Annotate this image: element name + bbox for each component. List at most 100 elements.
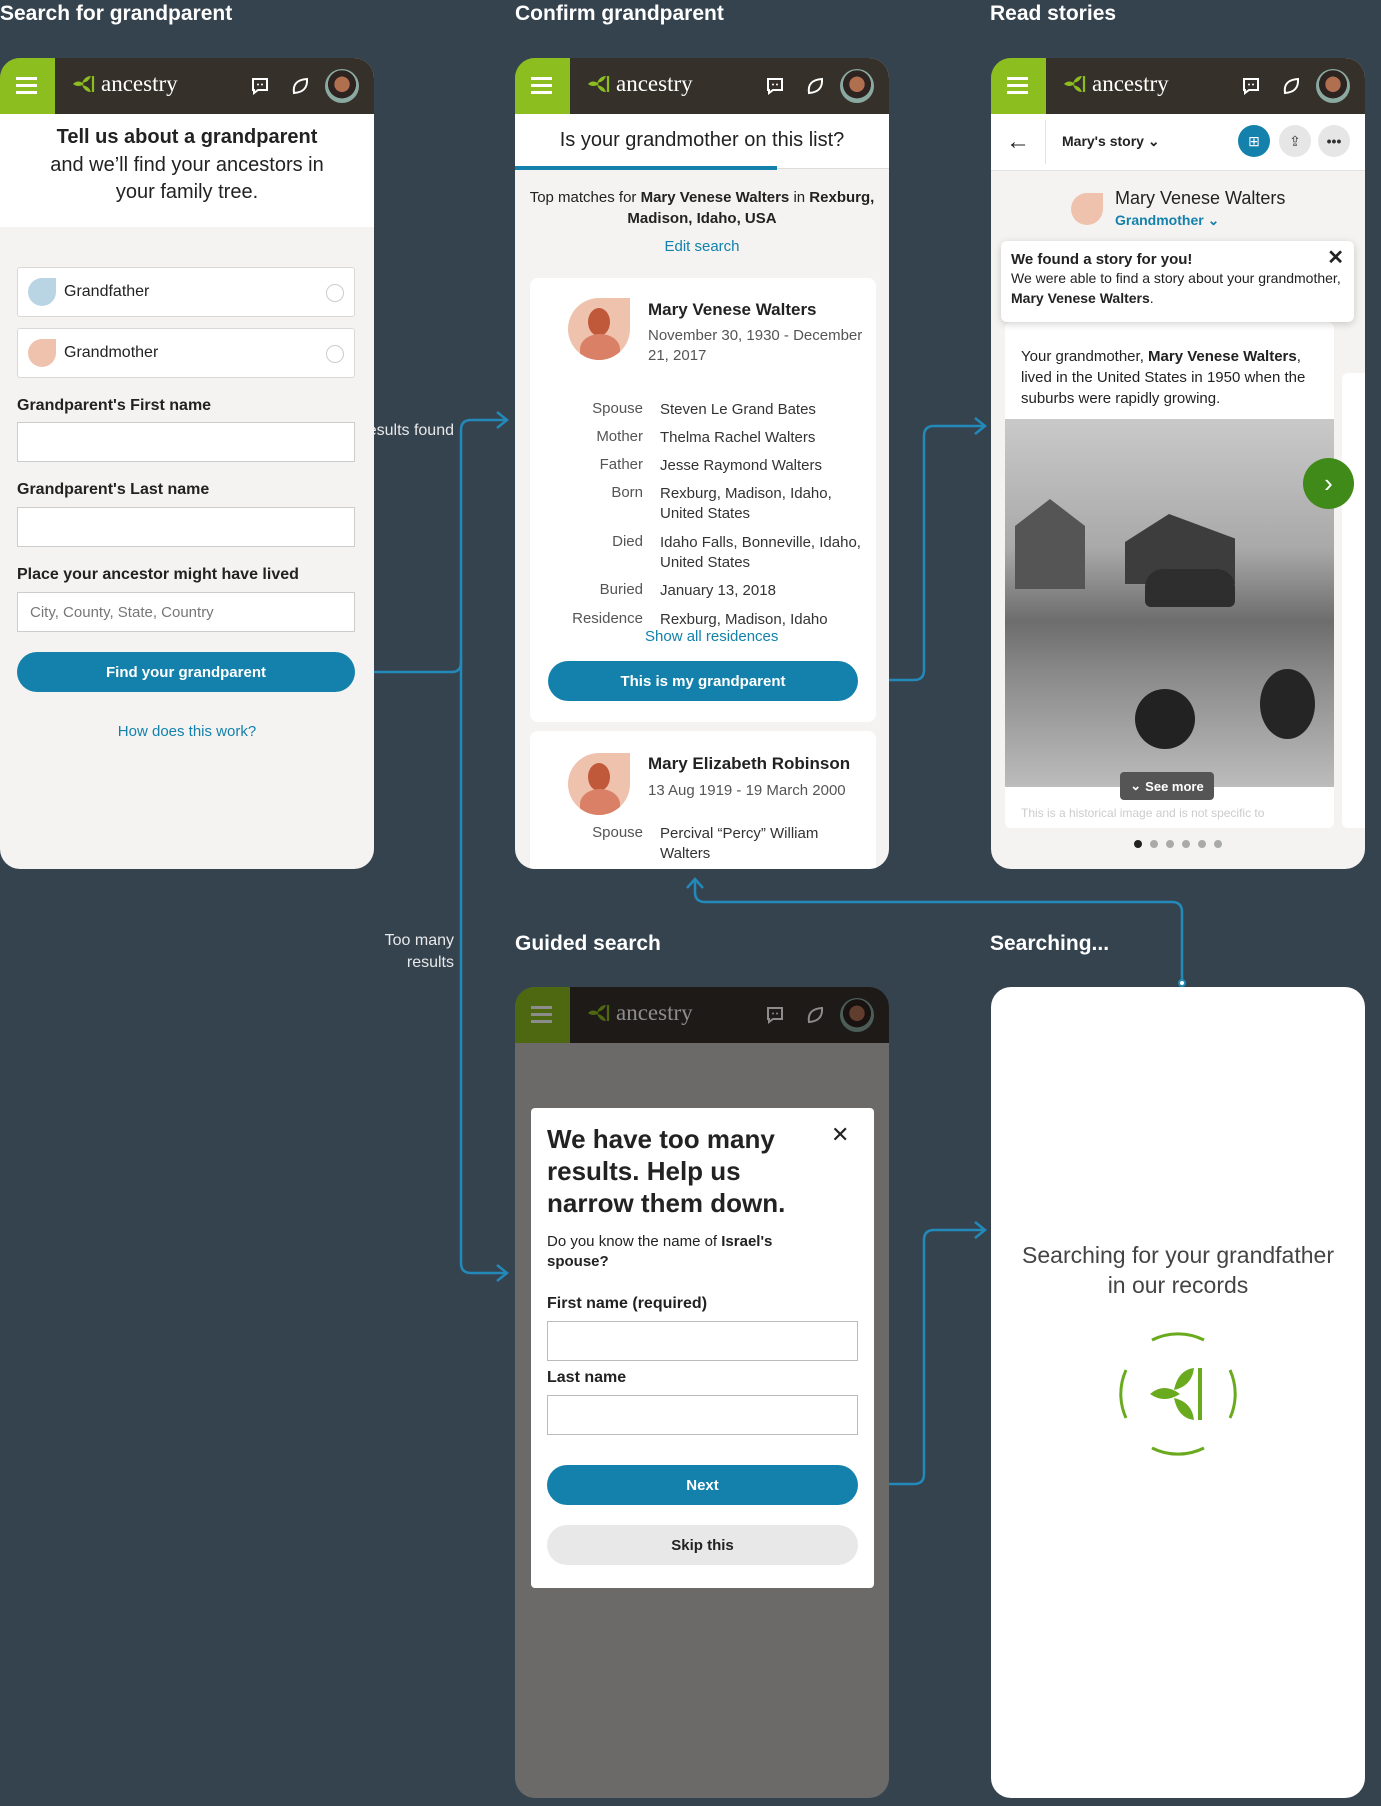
last-name-label: Last name [547, 1369, 627, 1386]
more-options-icon[interactable]: ••• [1318, 125, 1350, 157]
back-arrow-icon[interactable]: ← [1006, 128, 1030, 156]
confirm-panel: ancestry Is your grandmother on this lis… [515, 58, 889, 869]
detail-label: Buried [599, 581, 643, 598]
detail-label: Father [599, 456, 643, 473]
relation-dropdown[interactable]: Grandmother ⌄ [1115, 212, 1219, 229]
grandmother-avatar-icon [28, 339, 56, 367]
detail-value: January 13, 2018 [660, 582, 776, 599]
ancestry-logo[interactable]: ancestry [72, 71, 178, 97]
detail-value: Thelma Rachel Walters [660, 429, 816, 446]
story-selector[interactable]: Mary's story ⌄ [1062, 133, 1160, 150]
spouse-value: Percival “Percy” William Walters [660, 825, 819, 862]
skip-button[interactable]: Skip this [547, 1525, 858, 1565]
radio-grandfather[interactable] [326, 284, 344, 302]
profile-avatar[interactable] [325, 69, 359, 103]
how-does-this-work-link[interactable]: How does this work? [0, 723, 374, 740]
first-name-label: First name (required) [547, 1295, 708, 1312]
leaf-hint-icon[interactable] [805, 76, 825, 96]
photo-caption: This is a historical image and is not sp… [1021, 806, 1265, 820]
find-grandparent-button[interactable]: Find your grandparent [17, 652, 355, 692]
title-read: Read stories [990, 2, 1117, 25]
grandmother-avatar-icon [1071, 193, 1103, 225]
ancestry-logo[interactable]: ancestry [1063, 71, 1169, 97]
detail-label: Spouse [592, 400, 643, 417]
too-many-results-label: Too many results [384, 932, 454, 971]
carousel-dot[interactable] [1198, 840, 1206, 848]
menu-icon[interactable] [0, 58, 55, 114]
profile-avatar[interactable] [840, 69, 874, 103]
option-label: Grandfather [64, 283, 150, 300]
first-name-label: Grandparent's First name [17, 397, 212, 414]
match-card-1[interactable]: Mary Venese Walters November 30, 1930 - … [530, 278, 876, 722]
menu-icon[interactable] [991, 58, 1046, 114]
top-matches-text: Top matches for Mary Venese Walters in R… [529, 189, 875, 227]
option-grandfather[interactable]: Grandfather [17, 267, 355, 317]
close-icon[interactable]: ✕ [831, 1122, 849, 1148]
title-searching: Searching... [990, 932, 1110, 955]
carousel-dot[interactable] [1150, 840, 1158, 848]
connector-searching-to-confirm [693, 880, 1184, 981]
tooltip-text: We were able to find a story about your … [1011, 270, 1341, 306]
carousel-dot[interactable] [1166, 840, 1174, 848]
match-dates: 13 Aug 1919 - 19 March 2000 [648, 782, 846, 799]
next-button[interactable]: Next [547, 1465, 858, 1505]
detail-label: Residence [572, 610, 643, 627]
modal-question: Do you know the name of Israel's spouse? [547, 1233, 773, 1270]
story-panel: ancestry ← Mary's story ⌄ ⊞ ⇪ ••• Mary V… [991, 58, 1365, 869]
carousel-dot[interactable] [1182, 840, 1190, 848]
grandfather-avatar-icon [28, 278, 56, 306]
chat-icon[interactable] [765, 76, 785, 96]
app-header: ancestry [0, 58, 374, 114]
leaf-logo-icon [588, 76, 610, 92]
grandmother-avatar-icon [568, 753, 630, 815]
tooltip-title: We found a story for you! [1011, 251, 1193, 268]
story-person-name: Mary Venese Walters [1115, 188, 1286, 208]
carousel-dot[interactable] [1134, 840, 1142, 848]
story-found-tooltip: We found a story for you! We were able t… [1001, 241, 1354, 322]
profile-avatar[interactable] [1316, 69, 1350, 103]
place-label: Place your ancestor might have lived [17, 566, 299, 583]
option-grandmother[interactable]: Grandmother [17, 328, 355, 378]
carousel-dot[interactable] [1214, 840, 1222, 848]
connector-results-found [365, 418, 505, 674]
search-panel: ancestry Tell us about a grandparent and… [0, 58, 374, 869]
match-dates: November 30, 1930 - December 21, 2017 [648, 327, 863, 364]
search-subheading: and we’ll find your ancestors in your fa… [50, 154, 324, 203]
match-name: Mary Elizabeth Robinson [648, 754, 851, 773]
leaf-hint-icon[interactable] [290, 76, 310, 96]
title-guided: Guided search [515, 932, 661, 955]
share-icon[interactable]: ⇪ [1279, 125, 1311, 157]
close-icon[interactable]: ✕ [1327, 245, 1344, 270]
detail-label: Mother [596, 428, 643, 445]
first-name-input[interactable] [547, 1321, 858, 1361]
show-all-residences-link[interactable]: Show all residences [645, 628, 778, 645]
menu-icon[interactable] [515, 58, 570, 114]
grandmother-avatar-icon [568, 298, 630, 360]
loading-spinner-icon [1119, 1332, 1237, 1456]
modal-title: We have too many results. Help us narrow… [547, 1124, 786, 1218]
edit-search-link[interactable]: Edit search [515, 238, 889, 255]
confirm-question: Is your grandmother on this list? [559, 129, 845, 151]
chat-icon[interactable] [250, 76, 270, 96]
ancestry-logo[interactable]: ancestry [587, 71, 693, 97]
last-name-input[interactable] [17, 507, 355, 547]
this-is-my-grandparent-button[interactable]: This is my grandparent [548, 661, 858, 701]
add-to-tree-icon[interactable]: ⊞ [1238, 125, 1270, 157]
last-name-input[interactable] [547, 1395, 858, 1435]
detail-label: Died [612, 533, 643, 550]
radio-grandmother[interactable] [326, 345, 344, 363]
historical-photo [1005, 419, 1334, 787]
detail-value: Idaho Falls, Bonneville, Idaho, United S… [660, 534, 861, 571]
chat-icon[interactable] [1241, 76, 1261, 96]
place-input[interactable]: City, County, State, Country [17, 592, 355, 632]
see-more-button[interactable]: ⌄ See more [1120, 772, 1214, 800]
next-story-card-peek[interactable] [1342, 373, 1365, 828]
first-name-input[interactable] [17, 422, 355, 462]
next-arrow-button[interactable]: › [1303, 458, 1354, 509]
leaf-hint-icon[interactable] [1281, 76, 1301, 96]
search-heading: Tell us about a grandparent [56, 126, 318, 148]
detail-value: Rexburg, Madison, Idaho [660, 611, 828, 628]
app-header: ancestry [991, 58, 1365, 114]
match-card-2[interactable]: Mary Elizabeth Robinson 13 Aug 1919 - 19… [530, 731, 876, 869]
match-name: Mary Venese Walters [648, 300, 817, 319]
